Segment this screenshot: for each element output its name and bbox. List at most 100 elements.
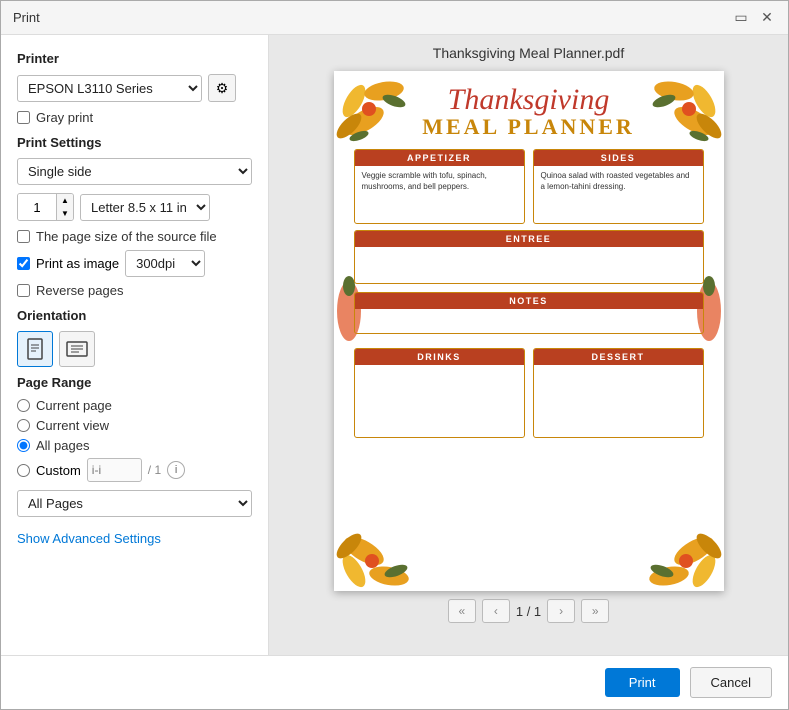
dpi-select[interactable]: 300dpi 150dpi 600dpi [125, 250, 205, 277]
portrait-icon [26, 338, 44, 360]
page-range-title: Page Range [17, 375, 252, 390]
next-page-button[interactable]: › [547, 599, 575, 623]
total-pages: 1 [534, 604, 541, 619]
next-icon: › [559, 604, 563, 618]
current-page-radio[interactable] [17, 399, 30, 412]
appetizer-body: Veggie scramble with tofu, spinach, mush… [355, 166, 524, 197]
orientation-section: Orientation [17, 308, 252, 367]
copies-input[interactable] [18, 194, 56, 220]
current-page-label: Current page [36, 398, 112, 413]
landscape-icon [66, 340, 88, 358]
print-as-image-label: Print as image [36, 256, 119, 271]
last-page-button[interactable]: » [581, 599, 609, 623]
minimize-button[interactable]: ▭ [732, 9, 750, 27]
custom-radio[interactable] [17, 464, 30, 477]
sides-body: Quinoa salad with roasted vegetables and… [534, 166, 703, 197]
printer-row: EPSON L3110 Series Microsoft Print to PD… [17, 74, 252, 102]
custom-input[interactable] [87, 458, 142, 482]
meal-planner: Thanksgiving MEAL PLANNER APPETIZER Vegg… [334, 71, 724, 591]
portrait-button[interactable] [17, 331, 53, 367]
right-panel: Thanksgiving Meal Planner.pdf [269, 35, 788, 655]
all-pages-radio[interactable] [17, 439, 30, 452]
advanced-settings-link[interactable]: Show Advanced Settings [17, 531, 161, 546]
copies-spinbox: ▲ ▼ [17, 193, 74, 221]
source-file-size-label: The page size of the source file [36, 229, 217, 244]
bottom-sections-grid: DRINKS DESSERT [334, 342, 724, 444]
last-icon: » [592, 604, 599, 618]
dialog-title: Print [13, 10, 40, 25]
reverse-pages-checkbox[interactable] [17, 284, 30, 297]
title-block: MEAL PLANNER [344, 115, 714, 139]
bottom-right-decoration [614, 481, 724, 591]
close-button[interactable]: ✕ [758, 9, 776, 27]
printer-settings-button[interactable]: ⚙ [208, 74, 236, 102]
print-dialog: Print ▭ ✕ Printer EPSON L3110 Series Mic… [0, 0, 789, 710]
preview-document: Thanksgiving MEAL PLANNER APPETIZER Vegg… [334, 71, 724, 591]
top-sections-grid: APPETIZER Veggie scramble with tofu, spi… [334, 143, 724, 230]
custom-of-label: / 1 [148, 463, 161, 477]
printer-section-title: Printer [17, 51, 252, 66]
copies-row: ▲ ▼ Letter 8.5 x 11 in (21… A4 Legal [17, 193, 252, 221]
dessert-section: DESSERT [533, 348, 704, 438]
left-panel: Printer EPSON L3110 Series Microsoft Pri… [1, 35, 269, 655]
gray-print-checkbox[interactable] [17, 111, 30, 124]
reverse-pages-label: Reverse pages [36, 283, 123, 298]
drinks-section: DRINKS [354, 348, 525, 438]
print-as-image-row: Print as image 300dpi 150dpi 600dpi [17, 250, 252, 277]
orientation-title: Orientation [17, 308, 252, 323]
cancel-button[interactable]: Cancel [690, 667, 772, 698]
title-bar: Print ▭ ✕ [1, 1, 788, 35]
page-navigation: « ‹ 1 / 1 › » [279, 591, 778, 631]
page-indicator: 1 / 1 [516, 604, 541, 619]
notes-body [355, 309, 703, 333]
bottom-left-decoration [334, 481, 444, 591]
page-size-select[interactable]: Letter 8.5 x 11 in (21… A4 Legal [80, 194, 210, 221]
preview-title: Thanksgiving Meal Planner.pdf [433, 45, 624, 61]
all-pages-label: All pages [36, 438, 89, 453]
title-script: Thanksgiving [344, 85, 714, 115]
print-as-image-checkbox[interactable] [17, 257, 30, 270]
source-file-size-row: The page size of the source file [17, 229, 252, 244]
spin-down-button[interactable]: ▼ [57, 207, 73, 220]
entree-body [355, 247, 703, 283]
page-separator: / [527, 604, 534, 619]
sides-header: SIDES [534, 150, 703, 166]
print-settings-title: Print Settings [17, 135, 252, 150]
dessert-body [534, 365, 703, 375]
current-view-row: Current view [17, 418, 252, 433]
current-page-row: Current page [17, 398, 252, 413]
drinks-header: DRINKS [355, 349, 524, 365]
info-icon[interactable]: i [167, 461, 185, 479]
title-bar-controls: ▭ ✕ [732, 9, 776, 27]
reverse-pages-row: Reverse pages [17, 283, 252, 298]
spinbox-arrows: ▲ ▼ [56, 194, 73, 220]
printer-select[interactable]: EPSON L3110 Series Microsoft Print to PD… [17, 75, 202, 102]
notes-header: NOTES [355, 293, 703, 309]
all-pages-row: All pages [17, 438, 252, 453]
current-view-radio[interactable] [17, 419, 30, 432]
current-view-label: Current view [36, 418, 109, 433]
first-icon: « [458, 604, 465, 618]
notes-section: NOTES [354, 292, 704, 334]
meal-planner-header: Thanksgiving MEAL PLANNER [334, 71, 724, 143]
appetizer-section: APPETIZER Veggie scramble with tofu, spi… [354, 149, 525, 224]
first-page-button[interactable]: « [448, 599, 476, 623]
print-button[interactable]: Print [605, 668, 680, 697]
spin-up-button[interactable]: ▲ [57, 194, 73, 207]
dessert-header: DESSERT [534, 349, 703, 365]
landscape-button[interactable] [59, 331, 95, 367]
gray-print-row: Gray print [17, 110, 252, 125]
entree-header: ENTREE [355, 231, 703, 247]
side-select[interactable]: Single side Both sides [17, 158, 252, 185]
custom-row: Custom / 1 i [17, 458, 252, 482]
gray-print-label: Gray print [36, 110, 93, 125]
main-content: Printer EPSON L3110 Series Microsoft Pri… [1, 35, 788, 655]
prev-page-button[interactable]: ‹ [482, 599, 510, 623]
orientation-buttons [17, 331, 252, 367]
custom-label: Custom [36, 463, 81, 478]
appetizer-header: APPETIZER [355, 150, 524, 166]
drinks-body [355, 365, 524, 375]
subset-select[interactable]: All Pages Odd Pages Only Even Pages Only [17, 490, 252, 517]
source-file-size-checkbox[interactable] [17, 230, 30, 243]
entree-section: ENTREE [354, 230, 704, 284]
